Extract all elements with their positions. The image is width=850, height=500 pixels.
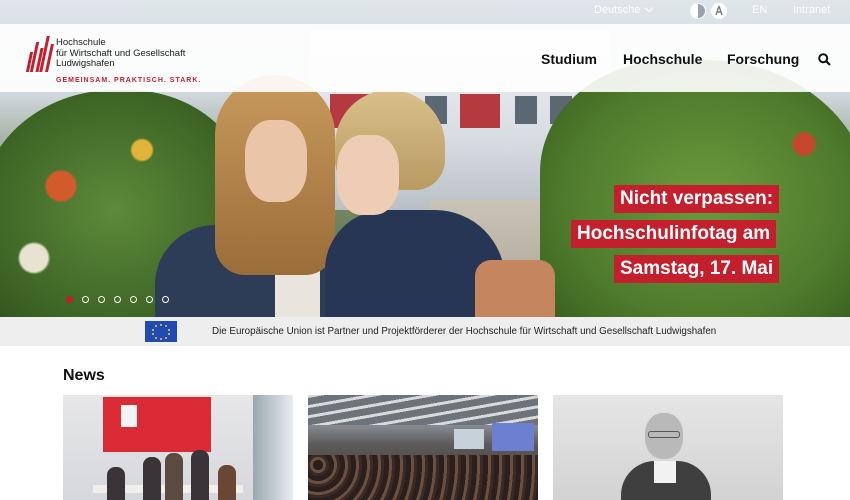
hero-headline-line-3: Samstag, 17. Mai <box>614 255 780 283</box>
backpack <box>475 260 555 317</box>
news-heading: News <box>63 367 105 384</box>
slider-dot-2[interactable] <box>82 296 89 303</box>
hero-person-right <box>325 90 555 317</box>
slider-dot-7[interactable] <box>162 296 169 303</box>
language-select[interactable]: Deutsche <box>594 3 654 16</box>
slider-dot-4[interactable] <box>114 296 121 303</box>
eu-partner-text: Die Europäische Union ist Partner und Pr… <box>212 326 717 337</box>
news-card-3[interactable] <box>553 395 783 500</box>
hero-headline-line-2: Hochschulinfotag am <box>571 220 777 248</box>
contrast-toggle-icon[interactable] <box>690 3 706 19</box>
hwg-logo-icon[interactable] <box>25 34 54 72</box>
eu-flag-icon <box>145 321 177 342</box>
hero-headline-line-1: Nicht verpassen: <box>614 185 780 213</box>
language-switch-en[interactable]: EN <box>752 4 767 16</box>
news-card-2[interactable] <box>308 395 538 500</box>
slider-dot-5[interactable] <box>130 296 137 303</box>
site-header: Hochschule für Wirtschaft und Gesellscha… <box>0 24 850 92</box>
eu-partner-bar: Die Europäische Union ist Partner und Pr… <box>0 317 850 346</box>
slider-dot-6[interactable] <box>146 296 153 303</box>
slider-dot-1[interactable] <box>66 296 73 303</box>
nav-hochschule[interactable]: Hochschule <box>623 51 702 67</box>
chevron-down-icon <box>645 3 654 13</box>
intranet-link[interactable]: Intranet <box>793 4 830 16</box>
search-icon[interactable] <box>818 53 831 66</box>
utility-bar: Deutsche EN Intranet <box>0 0 850 24</box>
accessibility-icon[interactable] <box>711 3 727 19</box>
slider-dot-3[interactable] <box>98 296 105 303</box>
language-select-label: Deutsche <box>594 4 641 16</box>
logo-tagline: GEMEINSAM. PRAKTISCH. STARK. <box>56 77 202 84</box>
nav-forschung[interactable]: Forschung <box>727 51 799 67</box>
logo-wordmark[interactable]: Hochschule für Wirtschaft und Gesellscha… <box>56 37 185 70</box>
news-card-1[interactable] <box>63 395 293 500</box>
nav-studium[interactable]: Studium <box>541 51 597 67</box>
